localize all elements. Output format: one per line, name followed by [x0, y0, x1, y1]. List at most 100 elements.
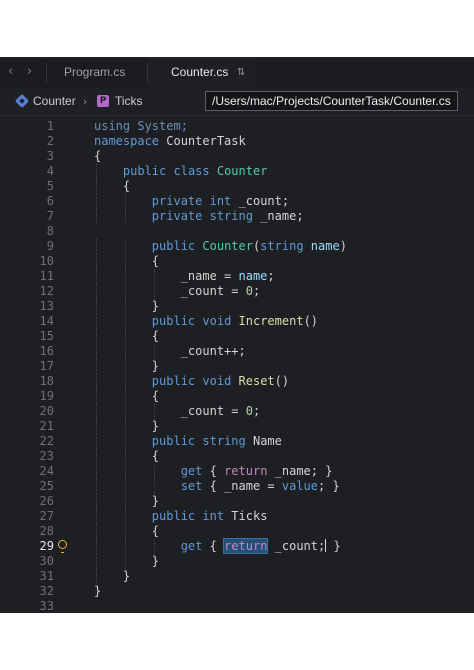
- code-token: ;: [252, 284, 261, 298]
- code-line[interactable]: 1 using System;: [0, 119, 474, 134]
- code-line[interactable]: 3{: [0, 149, 474, 164]
- code-line[interactable]: 15 {: [0, 329, 474, 344]
- code-token: _count =: [94, 284, 246, 298]
- code-token: private: [151, 194, 203, 208]
- code-line[interactable]: 28 {: [0, 524, 474, 539]
- line-number: 29: [39, 539, 54, 553]
- code-line[interactable]: 12 _count = 0;: [0, 284, 474, 299]
- code-editor[interactable]: 1 using System; 2 namespace CounterTask 3{4 …: [0, 116, 474, 613]
- code-line[interactable]: 32}: [0, 584, 474, 599]
- code-line[interactable]: 18 public void Reset(): [0, 374, 474, 389]
- code-line[interactable]: 26 }: [0, 494, 474, 509]
- code-line[interactable]: 5 {: [0, 179, 474, 194]
- code-line[interactable]: 27 public int Ticks: [0, 509, 474, 524]
- code-token: {: [94, 329, 160, 343]
- code-text: }: [94, 569, 130, 584]
- chevron-right-icon: ›: [83, 95, 88, 108]
- back-arrow-icon[interactable]: ‹: [8, 64, 13, 79]
- code-token: (): [274, 374, 290, 388]
- code-text: {: [94, 179, 130, 194]
- code-token: Reset: [238, 374, 275, 388]
- line-number: 26: [39, 494, 54, 508]
- code-token: using: [94, 119, 131, 133]
- code-line[interactable]: 25 set { _name = value; }: [0, 479, 474, 494]
- breadcrumb-item-counter[interactable]: Counter: [33, 88, 76, 115]
- code-token: }: [94, 419, 160, 433]
- code-token: {: [94, 179, 131, 193]
- code-line[interactable]: 29 get { return _count; }: [0, 538, 474, 554]
- pin-icon[interactable]: ⇅: [237, 57, 245, 88]
- code-text: {: [94, 254, 159, 269]
- code-line[interactable]: 11 _name = name;: [0, 269, 474, 284]
- code-token: _name; }: [267, 464, 333, 478]
- code-line[interactable]: 10 {: [0, 254, 474, 269]
- tab-program-cs[interactable]: Program.cs: [47, 57, 147, 88]
- code-token: {: [94, 524, 160, 538]
- file-path-field[interactable]: /Users/mac/Projects/CounterTask/Counter.…: [205, 91, 458, 111]
- code-line[interactable]: 30 }: [0, 554, 474, 569]
- code-token: Counter: [202, 239, 253, 253]
- code-token: }: [94, 584, 102, 598]
- code-token: return: [224, 464, 268, 478]
- code-line[interactable]: 2 namespace CounterTask: [0, 134, 474, 149]
- code-line[interactable]: 17 }: [0, 359, 474, 374]
- code-line[interactable]: 9 public Counter(string name): [0, 239, 474, 254]
- code-token: _name =: [94, 269, 239, 283]
- code-line[interactable]: 31 }: [0, 569, 474, 584]
- code-text: public string Name: [94, 434, 282, 449]
- code-token: }: [326, 539, 341, 553]
- code-line[interactable]: 23 {: [0, 449, 474, 464]
- editor-window: ‹ › Program.cs Counter.cs ⇅ Counter › P …: [0, 57, 474, 613]
- code-text: }: [94, 494, 159, 509]
- code-line[interactable]: 13 }: [0, 299, 474, 314]
- code-token: void: [202, 374, 232, 388]
- code-line[interactable]: 20 _count = 0;: [0, 404, 474, 419]
- code-token: ): [339, 239, 347, 253]
- line-number: 14: [39, 314, 54, 328]
- code-text: _name = name;: [94, 269, 275, 284]
- code-text: namespace CounterTask: [94, 134, 246, 149]
- code-token: Counter: [216, 164, 268, 178]
- code-token: ; }: [318, 479, 340, 493]
- code-token: System;: [130, 119, 188, 133]
- breadcrumb-item-ticks[interactable]: Ticks: [115, 88, 143, 115]
- line-number: 10: [39, 254, 54, 268]
- tab-label: Counter.cs: [171, 65, 229, 79]
- code-text: {: [94, 149, 101, 164]
- line-number: 11: [39, 269, 54, 283]
- code-line[interactable]: 14 public void Increment(): [0, 314, 474, 329]
- code-token: Ticks: [224, 509, 268, 523]
- line-number: 18: [39, 374, 54, 388]
- code-line[interactable]: 16 _count++;: [0, 344, 474, 359]
- line-number: 3: [46, 149, 54, 163]
- code-line[interactable]: 21 }: [0, 419, 474, 434]
- code-line[interactable]: 7 private string _name;: [0, 209, 474, 224]
- code-line[interactable]: 4 public class Counter: [0, 164, 474, 179]
- code-line[interactable]: 19 {: [0, 389, 474, 404]
- code-line[interactable]: 6 private int _count;: [0, 194, 474, 209]
- code-token: name: [310, 239, 340, 253]
- line-number: 15: [39, 329, 54, 343]
- breadcrumb: Counter › P Ticks /Users/mac/Projects/Co…: [0, 88, 474, 116]
- code-token: return: [223, 538, 269, 554]
- code-token: {: [202, 539, 225, 553]
- code-line[interactable]: 22 public string Name: [0, 434, 474, 449]
- line-number: 13: [39, 299, 54, 313]
- lightbulb-icon[interactable]: [58, 540, 67, 553]
- code-line[interactable]: 8: [0, 224, 474, 239]
- line-number: 20: [39, 404, 54, 418]
- code-line[interactable]: 33: [0, 599, 474, 613]
- code-token: public: [151, 374, 196, 388]
- code-line[interactable]: 24 get { return _name; }: [0, 464, 474, 479]
- code-text: }: [94, 584, 101, 599]
- code-token: public: [151, 239, 196, 253]
- forward-arrow-icon[interactable]: ›: [27, 64, 32, 79]
- code-token: _count;: [231, 194, 290, 208]
- code-text: _count++;: [94, 344, 246, 359]
- code-token: void: [202, 314, 232, 328]
